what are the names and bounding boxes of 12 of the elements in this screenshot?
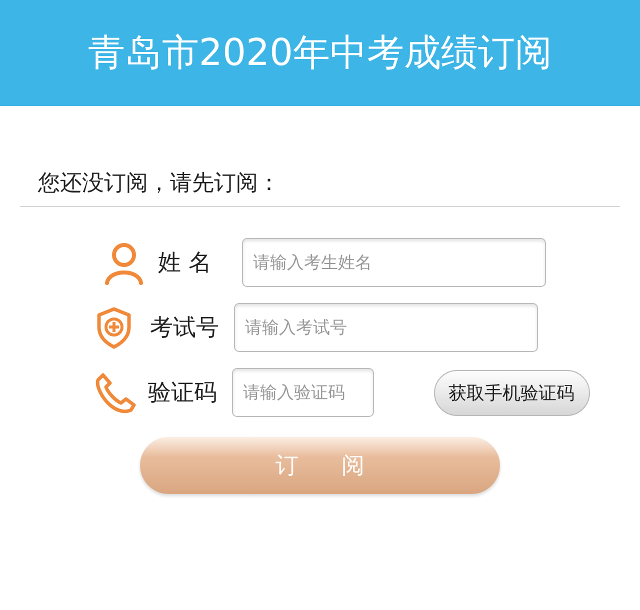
get-code-button[interactable]: 获取手机验证码 xyxy=(434,370,590,416)
shield-plus-icon xyxy=(96,306,132,348)
input-field[interactable]: 请输入考生姓名 xyxy=(242,238,546,287)
phone-icon xyxy=(94,372,136,414)
page-title: 青岛市2020年中考成绩订阅 xyxy=(88,30,552,76)
field-label: 考试号 xyxy=(149,314,220,343)
subscribe-prompt: 您还没订阅，请先订阅： xyxy=(38,171,280,196)
person-icon xyxy=(104,240,144,284)
input-field[interactable]: 请输入验证码 xyxy=(232,368,374,417)
field-label: 验证码 xyxy=(147,379,218,408)
input-field[interactable]: 请输入考试号 xyxy=(234,303,538,352)
field-label: 姓 名 xyxy=(157,249,212,278)
